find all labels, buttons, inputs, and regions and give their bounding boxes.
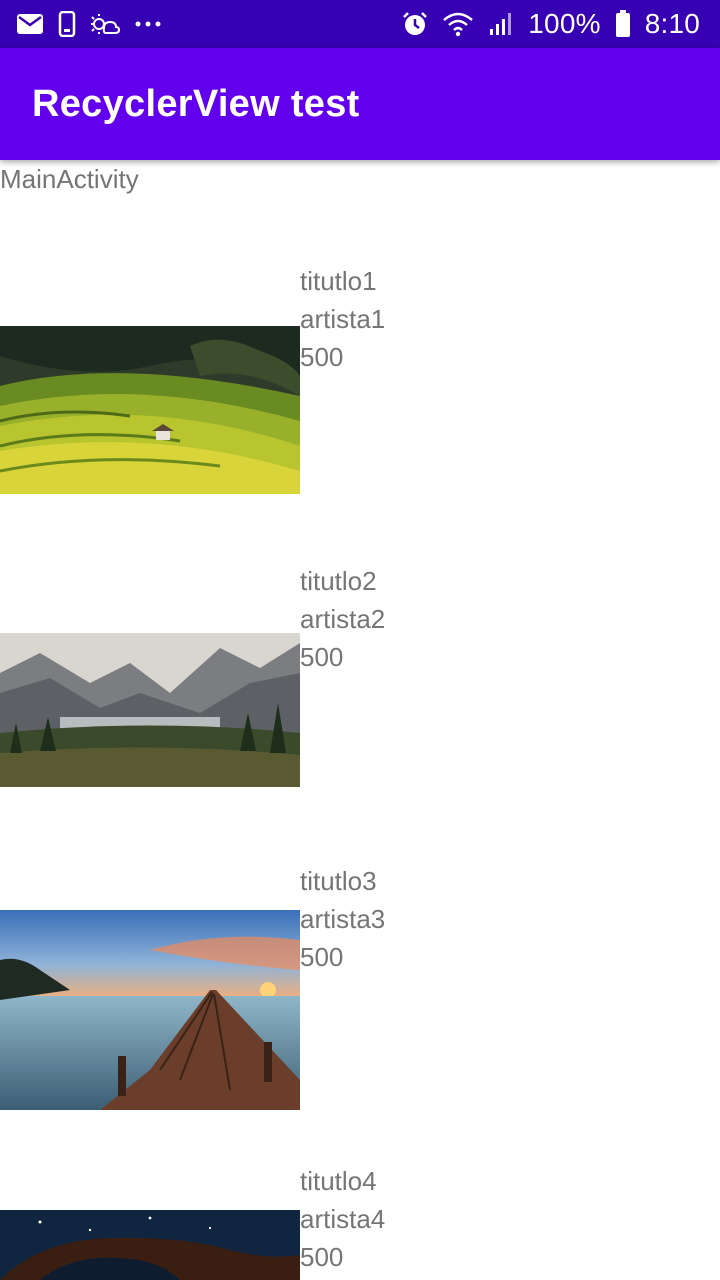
item-value: 500	[300, 1242, 344, 1272]
item-value: 500	[300, 942, 344, 972]
pier-sunset-lake-image	[0, 910, 300, 1110]
list-item[interactable]: titutlo3 artista3 500	[0, 862, 720, 1112]
item-title: titutlo2	[300, 566, 377, 596]
item-texts: titutlo1 artista1 500	[300, 262, 385, 376]
item-artist: artista4	[300, 1204, 386, 1234]
item-artist: artista2	[300, 604, 386, 634]
night-sky-rock-arch-image	[0, 1210, 300, 1280]
recycler-list[interactable]: titutlo1 artista1 500 titutlo2 artista2 …	[0, 0, 720, 1280]
item-title: titutlo4	[300, 1166, 377, 1196]
item-artist: artista1	[300, 304, 386, 334]
mountain-lake-valley-image	[0, 633, 300, 787]
list-item[interactable]: titutlo2 artista2 500	[0, 562, 720, 792]
app-bar: RecyclerView test	[0, 48, 720, 160]
item-value: 500	[300, 642, 344, 672]
item-artist: artista3	[300, 904, 386, 934]
item-title: titutlo1	[300, 266, 377, 296]
item-value: 500	[300, 342, 344, 372]
terraced-rice-fields-image	[0, 326, 300, 494]
item-texts: titutlo4 artista4 500	[300, 1162, 385, 1276]
item-texts: titutlo2 artista2 500	[300, 562, 385, 676]
item-texts: titutlo3 artista3 500	[300, 862, 385, 976]
list-item[interactable]: titutlo1 artista1 500	[0, 262, 720, 502]
item-title: titutlo3	[300, 866, 377, 896]
app-title: RecyclerView test	[32, 82, 360, 125]
list-item[interactable]: titutlo4 artista4 500	[0, 1162, 720, 1280]
